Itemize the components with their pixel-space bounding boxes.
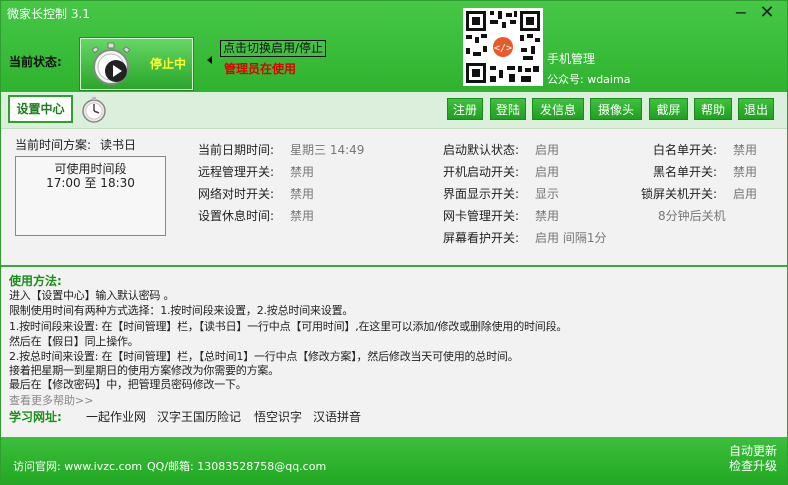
learn-link-pinyin[interactable]: 汉语拼音 xyxy=(313,408,361,425)
header: 微家长控制 3.1 − ✕ 当前状态: 停止中 点击切换启用/停止 管理员在使用 xyxy=(1,1,787,92)
available-period-time: 17:00 至 18:30 xyxy=(46,176,135,190)
screenshot-button[interactable]: 截屏 xyxy=(649,98,688,120)
qq-email-info: QQ/邮箱: 13083528758@qq.com xyxy=(147,460,327,473)
usage-line: 进入【设置中心】输入默认密码 。 xyxy=(9,289,175,302)
rest-time-value: 禁用 xyxy=(290,209,315,223)
phone-manage-label: 手机管理 xyxy=(547,52,596,66)
usage-line: 1.按时间段来设置: 在【时间管理】栏，【读书日】一行中点【可用时间】,在这里可… xyxy=(9,320,568,333)
available-period-box: 可使用时间段 17:00 至 18:30 xyxy=(15,156,166,236)
blacklist-label: 黑名单开关: xyxy=(653,165,718,179)
rest-time-label: 设置休息时间: xyxy=(198,209,275,223)
wechat-account-label: 公众号: wdaima xyxy=(547,73,631,86)
screen-guard-value: 启用 间隔1分 xyxy=(535,231,607,245)
footer: 访问官网: www.ivzc.com QQ/邮箱: 13083528758@qq… xyxy=(1,437,787,484)
exit-button[interactable]: 退出 xyxy=(738,98,774,120)
status-toggle-button[interactable]: 停止中 xyxy=(80,38,193,90)
svg-text:</>: </> xyxy=(494,43,512,54)
status-info-panel: 当前时间方案: 读书日 可使用时间段 17:00 至 18:30 当前日期时间:… xyxy=(1,129,787,265)
usage-line: 限制使用时间有两种方式选择：1.按时间段来设置，2.按总时间来设置。 xyxy=(9,304,354,317)
camera-button[interactable]: 摄像头 xyxy=(590,98,642,120)
time-plan-label: 当前时间方案: xyxy=(15,138,92,152)
arrow-left-icon xyxy=(207,56,212,64)
nic-manage-value: 禁用 xyxy=(535,209,560,223)
boot-start-value: 启用 xyxy=(535,165,560,179)
default-start-value: 启用 xyxy=(535,143,560,157)
screen-guard-label: 屏幕看护开关: xyxy=(443,231,520,245)
whitelist-label: 白名单开关: xyxy=(653,143,718,157)
network-time-label: 网络对时开关: xyxy=(198,187,275,201)
lock-shutdown-label: 锁屏关机开关: xyxy=(641,187,718,201)
ui-display-value: 显示 xyxy=(535,187,560,201)
toggle-start-stop-link[interactable]: 点击切换启用/停止 xyxy=(220,40,327,57)
remote-manage-label: 远程管理开关: xyxy=(198,165,275,179)
remote-manage-value: 禁用 xyxy=(290,165,315,179)
blacklist-value: 禁用 xyxy=(733,165,758,179)
login-button[interactable]: 登陆 xyxy=(490,98,526,120)
usage-line: 最后在【修改密码】中，把管理员密码修改一下。 xyxy=(9,378,247,391)
ui-display-label: 界面显示开关: xyxy=(443,187,520,201)
window-title: 微家长控制 3.1 xyxy=(7,7,90,21)
main-window: 微家长控制 3.1 − ✕ 当前状态: 停止中 点击切换启用/停止 管理员在使用 xyxy=(0,0,788,485)
learn-link-yiqizuoye[interactable]: 一起作业网 xyxy=(86,408,146,425)
help-button[interactable]: 帮助 xyxy=(694,98,732,120)
settings-center-tab[interactable]: 设置中心 xyxy=(8,95,73,123)
register-button[interactable]: 注册 xyxy=(447,98,483,120)
learn-link-hanzi-kingdom[interactable]: 汉字王国历险记 xyxy=(157,408,241,425)
current-datetime-label: 当前日期时间: xyxy=(198,143,275,157)
boot-start-label: 开机启动开关: xyxy=(443,165,520,179)
official-site-link[interactable]: 访问官网: www.ivzc.com xyxy=(13,458,142,474)
usage-line: 然后在【假日】同上操作。 xyxy=(9,335,139,348)
qr-code-icon: </> xyxy=(463,8,543,86)
check-upgrade-link[interactable]: 检查升级 xyxy=(729,457,777,474)
stopwatch-play-icon xyxy=(92,42,130,85)
time-plan-value: 读书日 xyxy=(100,138,137,152)
shutdown-countdown: 8分钟后关机 xyxy=(658,209,726,223)
admin-status-text: 管理员在使用 xyxy=(224,62,297,76)
whitelist-value: 禁用 xyxy=(733,143,758,157)
toolbar: 设置中心 注册 登陆 发信息 摄像头 截屏 帮助 退出 xyxy=(1,92,787,129)
more-help-link[interactable]: 查看更多帮助>> xyxy=(9,392,93,408)
status-text: 停止中 xyxy=(150,57,187,71)
send-message-button[interactable]: 发信息 xyxy=(532,98,584,120)
lock-shutdown-value: 启用 xyxy=(733,187,758,201)
nic-manage-label: 网卡管理开关: xyxy=(443,209,520,223)
status-label: 当前状态: xyxy=(9,55,62,69)
learning-sites-label: 学习网址: xyxy=(9,410,62,424)
learn-link-wukong-shizi[interactable]: 悟空识字 xyxy=(254,408,302,425)
minimize-button[interactable]: − xyxy=(729,2,753,24)
close-button[interactable]: ✕ xyxy=(755,2,779,24)
usage-instructions: 使用方法: 进入【设置中心】输入默认密码 。 限制使用时间有两种方式选择：1.按… xyxy=(1,267,787,437)
clock-icon[interactable] xyxy=(79,96,109,124)
network-time-value: 禁用 xyxy=(290,187,315,201)
default-start-label: 启动默认状态: xyxy=(443,143,520,157)
current-datetime-value: 星期三 14:49 xyxy=(290,143,365,157)
